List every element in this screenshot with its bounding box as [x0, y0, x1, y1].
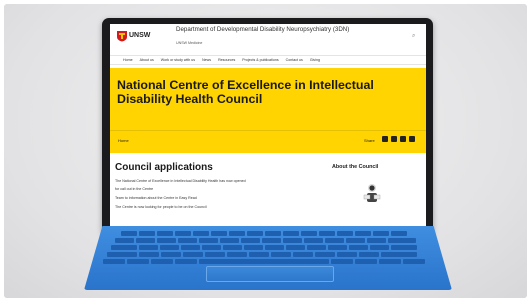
- nav-item-work-study[interactable]: Work or study with us: [161, 58, 195, 62]
- facebook-icon[interactable]: [391, 136, 397, 142]
- nav-item-contact[interactable]: Contact us: [286, 58, 303, 62]
- brand-logo[interactable]: UNSW: [129, 32, 150, 39]
- nav-item-home[interactable]: Home: [123, 58, 133, 62]
- paragraph-line[interactable]: Team to information about the Centre in …: [115, 196, 197, 200]
- main-nav: Home About us Work or study with us News…: [110, 55, 426, 65]
- site-header: UNSW Department of Developmental Disabil…: [110, 24, 426, 48]
- breadcrumb-bar: Home Share: [110, 130, 426, 153]
- nav-item-resources[interactable]: Resources: [218, 58, 235, 62]
- hero-banner: National Centre of Excellence in Intelle…: [110, 68, 426, 130]
- nav-item-projects[interactable]: Projects & publications: [242, 58, 278, 62]
- nav-item-giving[interactable]: Giving: [310, 58, 320, 62]
- breadcrumb-home[interactable]: Home: [118, 138, 129, 143]
- department-title: Department of Developmental Disability N…: [176, 26, 350, 33]
- linkedin-icon[interactable]: [409, 136, 415, 142]
- laptop-screen: UNSW Department of Developmental Disabil…: [110, 24, 426, 230]
- search-icon[interactable]: ⌕: [412, 33, 415, 40]
- nav-item-news[interactable]: News: [202, 58, 211, 62]
- sidebar-title: About the Council: [332, 164, 379, 170]
- nav-item-about[interactable]: About us: [140, 58, 154, 62]
- share-label: Share: [364, 138, 375, 143]
- department-subline: UNSW Medicine: [176, 41, 203, 45]
- paragraph-line: for call out in the Centre: [115, 187, 154, 191]
- paragraph-line: The National Centre of Excellence in Int…: [115, 179, 246, 183]
- unsw-crest-icon: [117, 31, 127, 42]
- twitter-icon[interactable]: [400, 136, 406, 142]
- paragraph-line: The Centre is now looking for people to …: [115, 205, 207, 209]
- email-icon[interactable]: [382, 136, 388, 142]
- trackpad[interactable]: [206, 266, 334, 282]
- person-illustration-icon: [363, 184, 381, 202]
- keyboard-keys: [103, 229, 433, 264]
- banner-title: National Centre of Excellence in Intelle…: [117, 78, 374, 106]
- section-heading: Council applications: [115, 162, 213, 173]
